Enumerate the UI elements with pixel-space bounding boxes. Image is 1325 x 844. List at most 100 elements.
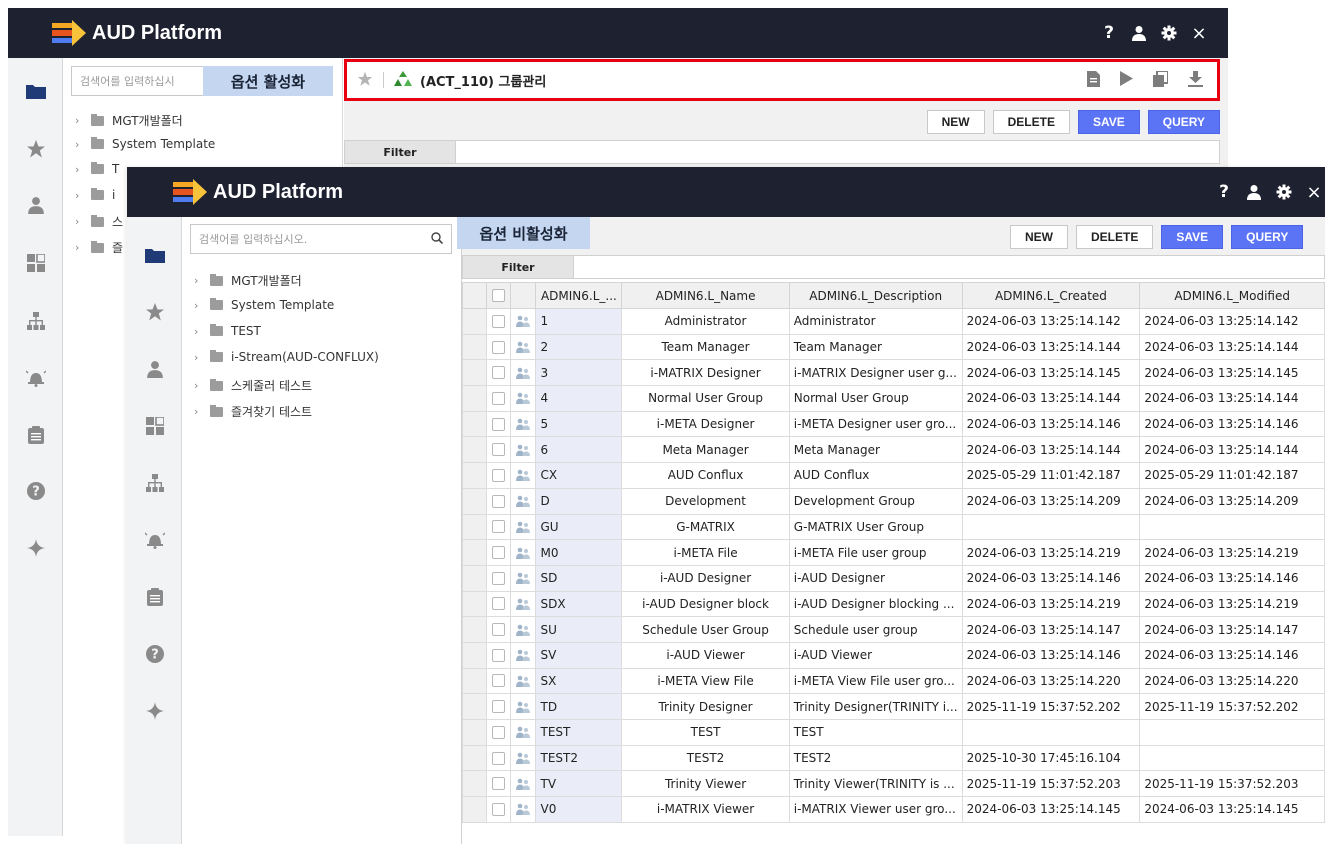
cell-description[interactable]: G-MATRIX User Group: [788, 513, 963, 541]
cell-modified[interactable]: 2025-11-19 15:37:52.203: [1139, 770, 1325, 798]
cell-name[interactable]: i-AUD Viewer: [621, 641, 790, 669]
tree-item[interactable]: › T: [75, 162, 119, 176]
cell-modified[interactable]: 2024-06-03 13:25:14.144: [1139, 436, 1325, 464]
cell-code[interactable]: 4: [535, 385, 623, 412]
row-checkbox-cell[interactable]: [485, 436, 511, 464]
cell-code[interactable]: 3: [535, 359, 623, 387]
table-row[interactable]: 3 i-MATRIX Designer i-MATRIX Designer user…: [462, 359, 1325, 387]
cell-code[interactable]: 6: [535, 436, 623, 464]
row-checkbox[interactable]: [491, 494, 505, 508]
settings-icon[interactable]: [1154, 18, 1184, 48]
cell-description[interactable]: i-AUD Designer blocking ...: [788, 590, 963, 618]
user-icon[interactable]: [127, 354, 182, 384]
cell-modified[interactable]: 2024-06-03 13:25:14.219: [1139, 590, 1325, 618]
cell-code[interactable]: SU: [535, 616, 623, 643]
table-row[interactable]: 4 Normal User Group Normal User Group 2024-…: [462, 385, 1325, 412]
tree-item[interactable]: › System Template: [194, 298, 334, 312]
cell-created[interactable]: 2025-05-29 11:01:42.187: [961, 462, 1141, 489]
cell-description[interactable]: i-AUD Viewer: [788, 641, 963, 669]
table-row[interactable]: SDX i-AUD Designer block i-AUD Designer bl…: [462, 590, 1325, 618]
row-checkbox-cell[interactable]: [485, 487, 511, 515]
copy-icon[interactable]: [1153, 69, 1169, 90]
cell-description[interactable]: i-AUD Designer: [788, 564, 963, 592]
tree-item[interactable]: › TEST: [194, 324, 261, 338]
row-checkbox[interactable]: [491, 648, 505, 662]
cell-name[interactable]: Meta Manager: [621, 436, 790, 464]
select-all-checkbox[interactable]: [491, 289, 505, 302]
cell-code[interactable]: SV: [535, 641, 623, 669]
cell-created[interactable]: 2024-06-03 13:25:14.144: [961, 333, 1141, 361]
table-row[interactable]: 6 Meta Manager Meta Manager 2024-06-03 13:2…: [462, 436, 1325, 464]
table-row[interactable]: GU G-MATRIX G-MATRIX User Group: [462, 513, 1325, 541]
cell-name[interactable]: G-MATRIX: [621, 513, 790, 541]
cell-modified[interactable]: 2024-06-03 13:25:14.220: [1139, 667, 1325, 695]
table-row[interactable]: 5 i-META Designer i-META Designer user gro…: [462, 410, 1325, 438]
cell-created[interactable]: 2024-06-03 13:25:14.142: [961, 308, 1141, 335]
org-chart-icon[interactable]: [8, 306, 63, 336]
cell-code[interactable]: SX: [535, 667, 623, 695]
star-icon[interactable]: [127, 297, 182, 327]
row-checkbox-cell[interactable]: [485, 410, 511, 438]
row-checkbox-cell[interactable]: [485, 385, 511, 412]
row-checkbox-cell[interactable]: [485, 539, 511, 566]
cell-created[interactable]: 2024-06-03 13:25:14.146: [961, 564, 1141, 592]
cell-name[interactable]: TEST2: [621, 744, 790, 772]
bell-icon[interactable]: [8, 363, 63, 393]
cell-code[interactable]: TEST2: [535, 744, 623, 772]
table-row[interactable]: SX i-META View File i-META View File user …: [462, 667, 1325, 695]
new-button[interactable]: NEW: [1010, 225, 1068, 249]
settings-icon[interactable]: [1269, 177, 1299, 207]
table-row[interactable]: V0 i-MATRIX Viewer i-MATRIX Viewer user gr…: [462, 796, 1325, 823]
row-checkbox-cell[interactable]: [485, 333, 511, 361]
cell-name[interactable]: i-AUD Designer: [621, 564, 790, 592]
row-checkbox[interactable]: [491, 751, 505, 765]
cell-created[interactable]: 2024-06-03 13:25:14.219: [961, 539, 1141, 566]
cell-created[interactable]: 2025-11-19 15:37:52.203: [961, 770, 1141, 798]
delete-button[interactable]: DELETE: [992, 110, 1070, 134]
cell-code[interactable]: 2: [535, 333, 623, 361]
cell-description[interactable]: Schedule user group: [788, 616, 963, 643]
row-checkbox[interactable]: [491, 314, 505, 328]
cell-name[interactable]: Administrator: [621, 308, 790, 335]
row-checkbox[interactable]: [491, 546, 505, 560]
cell-created[interactable]: 2024-06-03 13:25:14.144: [961, 436, 1141, 464]
cell-description[interactable]: Administrator: [788, 308, 963, 335]
cell-description[interactable]: Development Group: [788, 487, 963, 515]
dashboard-icon[interactable]: [127, 411, 182, 441]
bell-icon[interactable]: [127, 525, 182, 555]
cell-code[interactable]: SD: [535, 564, 623, 592]
cell-created[interactable]: [961, 719, 1141, 746]
table-row[interactable]: SD i-AUD Designer i-AUD Designer 2024-06-03…: [462, 564, 1325, 592]
row-checkbox-cell[interactable]: [485, 616, 511, 643]
row-checkbox[interactable]: [491, 700, 505, 714]
play-icon[interactable]: [1120, 71, 1133, 89]
cell-code[interactable]: D: [535, 487, 623, 515]
cell-modified[interactable]: 2024-06-03 13:25:14.147: [1139, 616, 1325, 643]
new-button[interactable]: NEW: [926, 110, 985, 134]
row-checkbox-cell[interactable]: [485, 770, 511, 798]
search-input[interactable]: 검색어를 입력하십시오.: [190, 224, 452, 254]
cell-name[interactable]: i-META File: [621, 539, 790, 566]
cell-name[interactable]: i-META View File: [621, 667, 790, 695]
tree-item[interactable]: › i: [75, 188, 115, 202]
cell-code[interactable]: GU: [535, 513, 623, 541]
cell-modified[interactable]: [1139, 719, 1325, 746]
cell-description[interactable]: i-META File user group: [788, 539, 963, 566]
row-checkbox[interactable]: [491, 571, 505, 585]
close-icon[interactable]: ×: [1184, 18, 1214, 48]
cell-modified[interactable]: 2025-11-19 15:37:52.202: [1139, 693, 1325, 720]
row-checkbox[interactable]: [491, 520, 505, 534]
cell-description[interactable]: i-META Designer user gro...: [788, 410, 963, 438]
cell-code[interactable]: SDX: [535, 590, 623, 618]
cell-name[interactable]: TEST: [621, 719, 790, 746]
folder-icon[interactable]: [8, 76, 63, 106]
star-icon[interactable]: [8, 134, 63, 164]
row-checkbox-cell[interactable]: [485, 641, 511, 669]
cell-code[interactable]: 1: [535, 308, 623, 335]
cell-modified[interactable]: 2024-06-03 13:25:14.219: [1139, 539, 1325, 566]
cell-code[interactable]: V0: [535, 796, 623, 823]
cell-name[interactable]: Team Manager: [621, 333, 790, 361]
column-header-name[interactable]: ADMIN6.L_Name: [621, 282, 790, 309]
user-icon[interactable]: [1239, 177, 1269, 207]
row-checkbox[interactable]: [491, 417, 505, 431]
